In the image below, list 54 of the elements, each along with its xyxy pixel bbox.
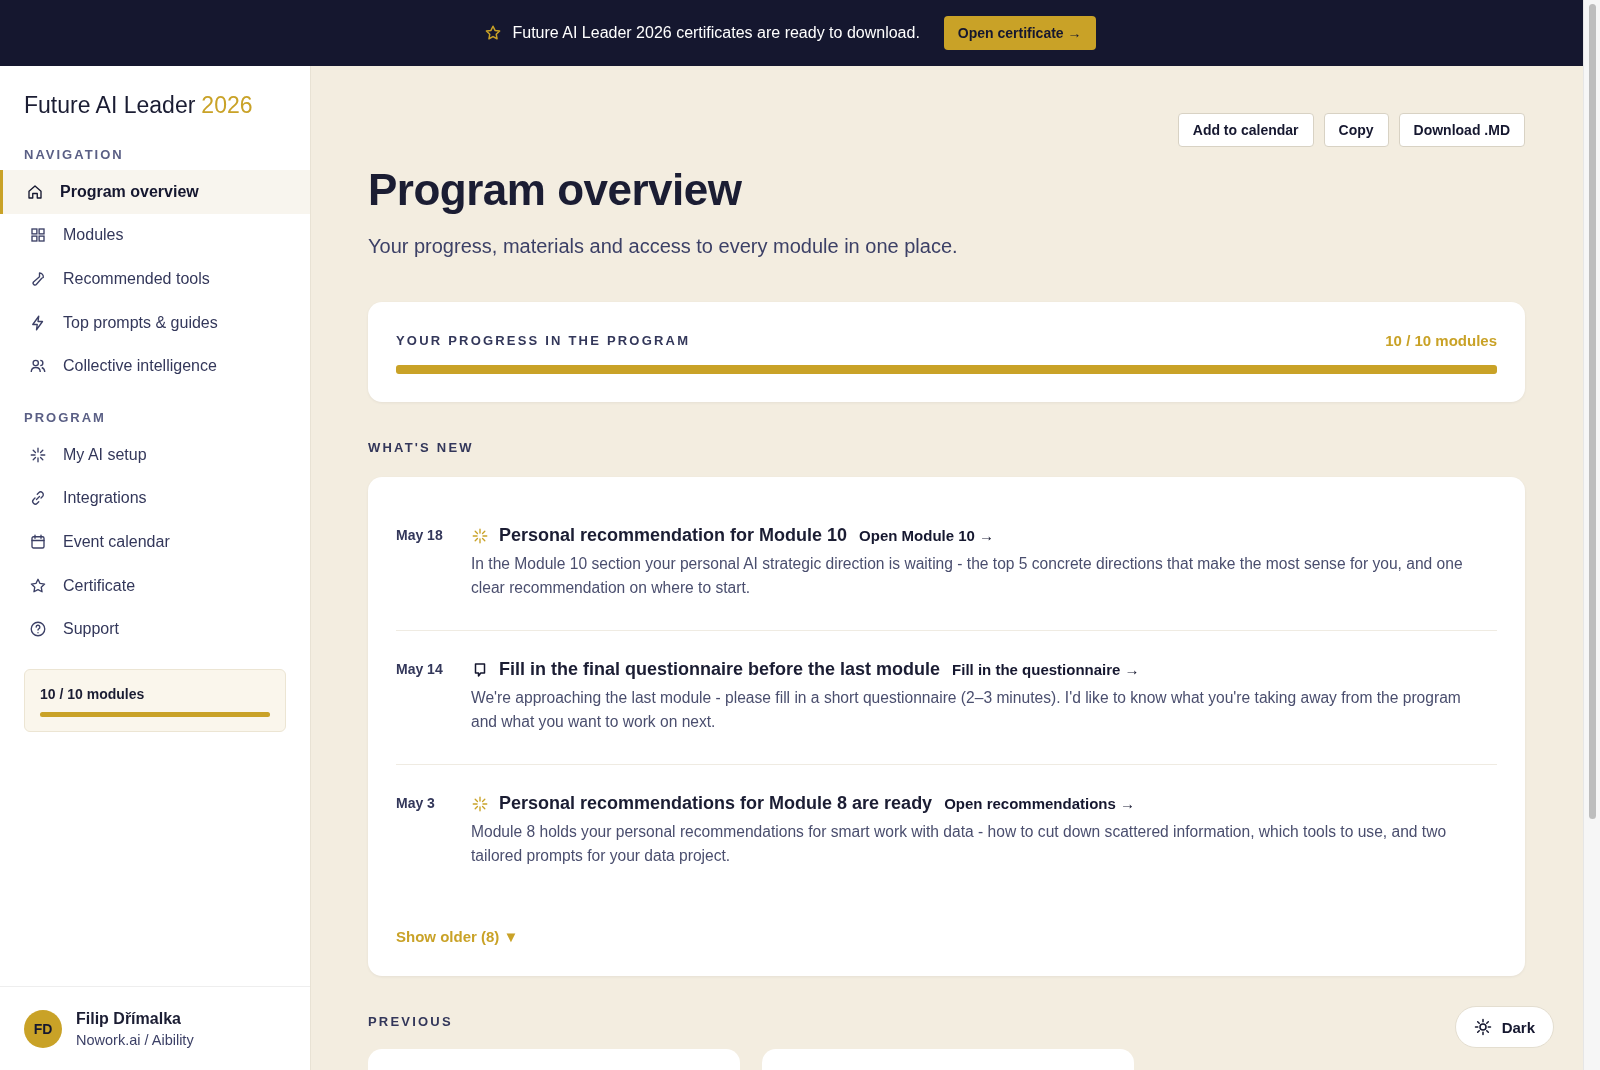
wrench-icon [29, 270, 47, 288]
news-date: May 14 [396, 660, 444, 679]
section-heading: PROGRAM [23, 408, 107, 427]
sparkle-icon [29, 445, 47, 464]
sidebar-item[interactable]: Support [0, 607, 310, 651]
sparkle-icon [471, 794, 489, 813]
news-date: May 3 [396, 794, 436, 813]
news-link[interactable]: Open recommendations → [944, 795, 1135, 812]
toolbar-button[interactable]: Add to calendar [1177, 113, 1314, 147]
news-date: May 18 [396, 526, 444, 545]
news-text: Module 8 holds your personal recommendations for smart work with data - how to cut down scattered information, which tools to use, and two tailored prompts for your data project. [471, 822, 1448, 866]
toolbar-button[interactable]: Download .MD [1398, 113, 1525, 147]
help-icon [29, 620, 47, 639]
news-title: Fill in the final questionnaire before the last module [499, 659, 941, 680]
user-name: Filip Dřímalka [76, 1009, 182, 1028]
sidebar-item[interactable]: Recommended tools [0, 257, 310, 301]
sidebar-item[interactable]: Top prompts & guides [0, 300, 310, 345]
news-link[interactable]: Open Module 10 → [859, 527, 995, 544]
progress-title: YOUR PROGRESS IN THE PROGRAM [396, 333, 691, 348]
brand-year: 2026 [201, 92, 253, 119]
star-icon [29, 576, 47, 595]
sun-icon [1473, 1018, 1492, 1036]
sidebar-item[interactable]: Modules [0, 213, 310, 258]
grid-icon [29, 226, 47, 245]
calendar-icon [29, 532, 47, 551]
progress-count: 10 / 10 modules [1385, 332, 1497, 349]
section-heading: PREVIOUS [368, 1014, 453, 1029]
section-heading: NAVIGATION [23, 146, 125, 164]
sidebar-item[interactable]: Collective intelligence [0, 344, 310, 388]
sparkle-icon [471, 526, 489, 545]
sidebar-item[interactable]: Program overview [0, 170, 310, 214]
toolbar-button[interactable]: Copy [1323, 113, 1389, 147]
sidebar-item[interactable]: Certificate [0, 563, 310, 608]
star-icon [484, 24, 503, 42]
theme-toggle-button[interactable]: Dark [1454, 1006, 1554, 1048]
brand-name: Future AI Leader [24, 92, 196, 119]
progress-label: 10 / 10 modules [40, 685, 146, 702]
section-heading: WHAT'S NEW [368, 440, 474, 455]
banner-message: Future AI Leader 2026 certificates are ready to download. [512, 24, 920, 42]
avatar: FD [24, 1009, 62, 1048]
news-title: Personal recommendation for Module 10 [499, 525, 848, 546]
sidebar-item[interactable]: Integrations [0, 476, 310, 521]
user-organization: Nowork.ai / Aibility [76, 1031, 194, 1048]
news-link[interactable]: Fill in the questionnaire → [952, 661, 1140, 678]
open-certificate-button[interactable]: Open certificate → [943, 16, 1096, 50]
sidebar-item[interactable]: My AI setup [0, 432, 310, 477]
sidebar-item[interactable]: Event calendar [0, 520, 310, 564]
scrollbar[interactable] [1583, 0, 1600, 1070]
news-text: We're approaching the last module - please fill in a short questionnaire (2–3 minutes). I'd like to know what you're taking away from the program and what you want to work on next. [471, 688, 1462, 732]
page-title: Program overview [368, 165, 742, 215]
link-icon [29, 489, 47, 508]
news-title: Personal recommendations for Module 8 are ready [499, 793, 933, 814]
page-subtitle: Your progress, materials and access to every module in one place. [368, 235, 958, 258]
news-text: In the Module 10 section your personal AI strategic direction is waiting - the top 5 concrete directions that make the most sense for you, and one clear recommendation on where to start. [471, 554, 1464, 598]
